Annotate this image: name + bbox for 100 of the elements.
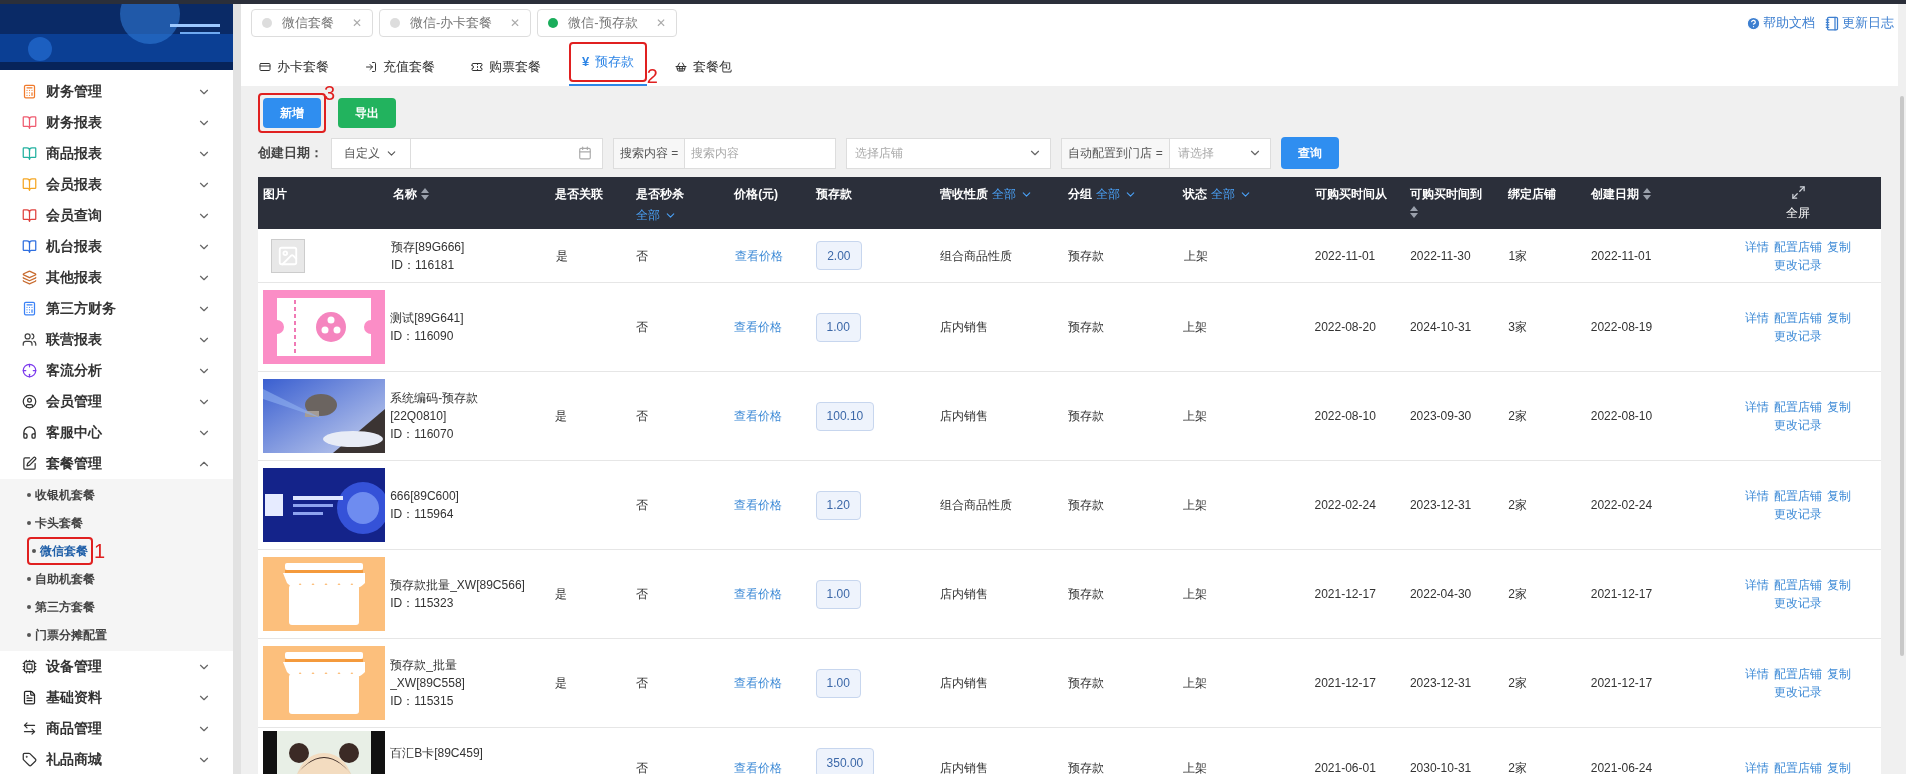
sidebar-item[interactable]: 会员查询	[0, 200, 233, 231]
query-button[interactable]: 查询	[1280, 137, 1339, 169]
action-link[interactable]: 复制	[1826, 398, 1851, 416]
sidebar-scrollbar[interactable]	[233, 4, 241, 774]
column-filter[interactable]: 全部	[635, 206, 677, 224]
table-cell-text: 2021-12-17	[1314, 675, 1376, 692]
view-price-link[interactable]: 查看价格	[734, 246, 783, 265]
layers-icon	[22, 270, 37, 285]
sidebar-item[interactable]: 会员报表	[0, 169, 233, 200]
date-field[interactable]	[411, 137, 603, 169]
page-tab[interactable]: 微信-办卡套餐 ✕	[379, 9, 532, 37]
submenu-item[interactable]: 卡头套餐	[27, 514, 83, 532]
sidebar-item[interactable]: 会员管理	[0, 386, 233, 417]
action-link[interactable]: 复制	[1826, 487, 1851, 505]
table-cell-text: 店内销售	[939, 319, 988, 336]
table-cell-text: 否	[635, 497, 648, 514]
deposit-field[interactable]: 1.00	[815, 579, 861, 609]
deposit-field[interactable]: 1.00	[815, 312, 861, 342]
sub-tab[interactable]: 套餐包	[667, 52, 741, 82]
view-price-link[interactable]: 查看价格	[734, 496, 783, 514]
action-link[interactable]: 更改记录	[1774, 255, 1822, 274]
table-cell-text: 2022-11-01	[1314, 247, 1376, 265]
action-link[interactable]: 配置店铺	[1773, 759, 1822, 774]
sidebar-item[interactable]: 其他报表	[0, 262, 233, 293]
column-filter[interactable]: 全部	[1096, 185, 1138, 203]
fullscreen-label[interactable]: 全屏	[1786, 204, 1811, 222]
submenu-item[interactable]: 门票分摊配置	[27, 626, 107, 644]
action-link[interactable]: 复制	[1826, 576, 1851, 594]
view-price-link[interactable]: 查看价格	[734, 585, 783, 603]
header-link[interactable]: 更新日志	[1825, 13, 1894, 33]
action-link[interactable]: 更改记录	[1773, 594, 1822, 612]
sidebar-item[interactable]: 商品报表	[0, 138, 233, 169]
deposit-field[interactable]: 350.00	[815, 748, 875, 774]
sidebar-item[interactable]: 设备管理	[0, 651, 233, 682]
view-price-link[interactable]: 查看价格	[734, 318, 783, 336]
submenu-item[interactable]: 自助机套餐	[27, 570, 95, 588]
view-price-link[interactable]: 查看价格	[734, 407, 783, 425]
column-filter[interactable]: 全部	[1211, 185, 1253, 203]
page-tab[interactable]: 微信-预存款 ✕	[537, 9, 677, 37]
table-cell-text: 店内销售	[939, 675, 988, 692]
sidebar-item[interactable]: 财务报表	[0, 107, 233, 138]
action-link[interactable]: 详情	[1744, 309, 1769, 327]
toolbar-button[interactable]: 导出	[338, 98, 396, 128]
action-link[interactable]: 配置店铺	[1773, 665, 1822, 683]
action-link[interactable]: 配置店铺	[1773, 576, 1822, 594]
sort-icon[interactable]	[1410, 206, 1418, 218]
submenu-item[interactable]: 收银机套餐	[27, 486, 95, 504]
fullscreen-icon[interactable]	[1790, 185, 1806, 200]
deposit-field[interactable]: 1.20	[815, 490, 861, 520]
toolbar-button[interactable]: 新增	[263, 98, 321, 128]
tab-label: 微信-预存款	[568, 14, 638, 33]
deposit-field[interactable]: 100.10	[815, 401, 875, 431]
action-link[interactable]: 复制	[1826, 309, 1851, 327]
sidebar-item[interactable]: 客服中心	[0, 417, 233, 448]
action-link[interactable]: 详情	[1744, 759, 1769, 774]
deposit-field[interactable]: 2.00	[816, 241, 862, 270]
sidebar-item[interactable]: 联营报表	[0, 324, 233, 355]
store-select[interactable]: 选择店铺	[846, 137, 1052, 169]
sidebar-item[interactable]: 第三方财务	[0, 293, 233, 324]
submenu-item[interactable]: 第三方套餐	[27, 598, 95, 616]
page-tab[interactable]: 微信套餐 ✕	[251, 9, 373, 37]
action-link[interactable]: 配置店铺	[1773, 398, 1822, 416]
sort-icon[interactable]	[421, 188, 430, 200]
action-link[interactable]: 详情	[1744, 576, 1769, 594]
column-filter[interactable]: 全部	[991, 185, 1033, 203]
action-link[interactable]: 配置店铺	[1773, 309, 1822, 327]
sidebar-item[interactable]: 套餐管理	[0, 448, 233, 479]
action-link[interactable]: 详情	[1744, 398, 1769, 416]
view-price-link[interactable]: 查看价格	[734, 759, 783, 774]
ticket-icon	[471, 61, 483, 73]
view-price-link[interactable]: 查看价格	[734, 674, 783, 692]
sidebar-item[interactable]: 礼品商城	[0, 744, 233, 774]
action-link[interactable]: 更改记录	[1773, 416, 1822, 434]
action-link[interactable]: 复制	[1826, 665, 1851, 683]
action-link[interactable]: 详情	[1745, 237, 1769, 256]
sub-tab[interactable]: 办卡套餐	[251, 52, 337, 82]
deposit-field[interactable]: 1.00	[815, 668, 861, 698]
action-link[interactable]: 详情	[1744, 665, 1769, 683]
action-link[interactable]: 复制	[1827, 237, 1851, 256]
sidebar-item[interactable]: 客流分析	[0, 355, 233, 386]
action-link[interactable]: 配置店铺	[1773, 487, 1822, 505]
date-mode-select[interactable]: 自定义	[331, 137, 411, 169]
action-link[interactable]: 更改记录	[1773, 327, 1822, 345]
scrollbar-thumb[interactable]	[1900, 96, 1904, 656]
sort-icon[interactable]	[1642, 188, 1651, 200]
sidebar-item[interactable]: 机台报表	[0, 231, 233, 262]
close-icon[interactable]: ✕	[655, 14, 666, 32]
sub-tab[interactable]: 购票套餐	[463, 52, 549, 82]
header-link[interactable]: 帮助文档	[1746, 13, 1815, 33]
action-link[interactable]: 更改记录	[1773, 683, 1822, 701]
close-icon[interactable]: ✕	[352, 14, 362, 32]
action-link[interactable]: 详情	[1744, 487, 1769, 505]
sidebar-item[interactable]: 商品管理	[0, 713, 233, 744]
action-link[interactable]: 更改记录	[1773, 505, 1822, 523]
action-link[interactable]: 配置店铺	[1774, 237, 1822, 256]
sidebar-item[interactable]: 基础资料	[0, 682, 233, 713]
sidebar-item[interactable]: 财务管理	[0, 76, 233, 107]
sub-tab[interactable]: 充值套餐	[357, 52, 443, 82]
close-icon[interactable]: ✕	[510, 14, 521, 32]
action-link[interactable]: 复制	[1826, 759, 1851, 774]
